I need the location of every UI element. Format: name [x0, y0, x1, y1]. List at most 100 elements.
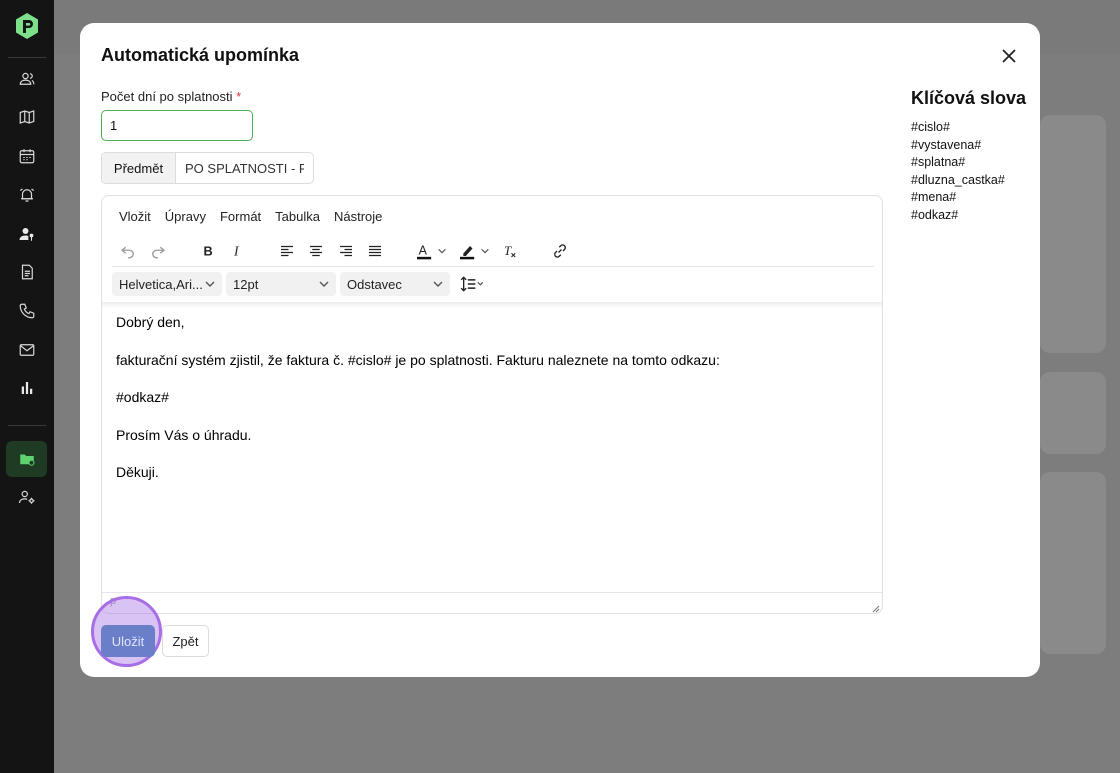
clear-formatting-button[interactable]: T: [498, 239, 522, 263]
link-icon: [554, 244, 566, 258]
mail-icon: [19, 344, 34, 356]
chevron-down-icon: [433, 281, 443, 287]
keyword-item: #splatna#: [911, 155, 966, 170]
content-paragraph: Dobrý den,: [116, 314, 185, 330]
insert-link-button[interactable]: [548, 239, 572, 263]
resize-handle-icon[interactable]: [870, 603, 880, 613]
font-size-select[interactable]: 12pt: [226, 272, 336, 296]
highlight-icon: [460, 246, 489, 260]
chart-icon: [21, 382, 32, 394]
sidebar-item-chart[interactable]: [6, 370, 47, 406]
subject-field: Předmět: [101, 152, 314, 184]
keywords-title: Klíčová slova: [911, 88, 1027, 108]
subject-input[interactable]: [176, 153, 313, 183]
sidebar-item-alarm[interactable]: [6, 177, 47, 213]
bold-button[interactable]: B: [196, 239, 220, 263]
sidebar-item-user-settings[interactable]: [6, 479, 47, 515]
menu-format[interactable]: Formát: [220, 209, 261, 224]
font-family-value: Helvetica,Ari...: [119, 276, 203, 292]
keyword-item: #odkaz#: [911, 207, 959, 222]
line-height-icon: [460, 276, 484, 292]
content-paragraph: Prosím Vás o úhradu.: [116, 426, 252, 443]
block-format-value: Odstavec: [347, 276, 402, 292]
keyword-item: #cislo#: [911, 120, 950, 134]
highlight-color-button[interactable]: [455, 239, 495, 263]
sidebar-divider: [8, 57, 46, 58]
calendar-icon: [19, 149, 34, 164]
user-settings-icon: [18, 490, 34, 504]
map-icon: [19, 110, 34, 124]
sidebar-item-document[interactable]: [6, 254, 47, 290]
chevron-down-icon: [205, 281, 215, 287]
folder-settings-icon: [19, 454, 34, 466]
redo-icon: [152, 246, 166, 259]
editor-content-area[interactable]: Dobrý den, fakturační systém zjistil, že…: [116, 314, 866, 502]
align-right-button[interactable]: [334, 239, 358, 263]
sidebar-item-mail[interactable]: [6, 332, 47, 368]
block-format-select[interactable]: Odstavec: [340, 272, 450, 296]
svg-text:B: B: [204, 244, 213, 259]
editor-toolbar-styles: Helvetica,Ari... 12pt Odstavec: [112, 269, 874, 301]
sidebar-item-users[interactable]: [6, 61, 47, 97]
modal-title: Automatická upomínka: [101, 45, 300, 65]
background-card: [1040, 115, 1106, 353]
sidebar: [0, 0, 54, 773]
content-paragraph: fakturační systém zjistil, že faktura č.…: [116, 351, 720, 368]
line-height-button[interactable]: [455, 272, 489, 296]
keyword-item: #mena#: [911, 190, 957, 205]
italic-icon: I: [233, 244, 240, 259]
italic-button[interactable]: I: [225, 239, 249, 263]
sidebar-item-calendar[interactable]: [6, 138, 47, 174]
sidebar-item-map[interactable]: [6, 99, 47, 135]
app-logo-icon[interactable]: [14, 12, 40, 40]
required-mark: *: [236, 89, 242, 104]
alarm-icon: [19, 188, 34, 202]
menu-edit[interactable]: Úpravy: [165, 209, 206, 224]
save-button[interactable]: Uložit: [101, 625, 155, 657]
user-key-icon: [19, 228, 33, 241]
keywords-list: #cislo# #vystavena# #splatna# #dluzna_ca…: [911, 119, 1005, 225]
align-justify-icon: [369, 245, 381, 257]
text-color-icon: A: [417, 243, 446, 260]
svg-text:A: A: [419, 243, 428, 257]
svg-text:I: I: [233, 244, 240, 259]
sidebar-item-user-key[interactable]: [6, 216, 47, 252]
close-icon: [1002, 49, 1016, 63]
align-center-button[interactable]: [304, 239, 328, 263]
background-card: [1040, 472, 1106, 654]
rich-text-editor: Vložit Úpravy Formát Tabulka Nástroje B …: [101, 195, 883, 614]
redo-button[interactable]: [146, 239, 170, 263]
close-button[interactable]: [998, 45, 1020, 67]
phone-icon: [19, 303, 34, 319]
clear-formatting-icon: T: [504, 244, 516, 258]
undo-icon: [120, 246, 134, 259]
back-button[interactable]: Zpět: [162, 625, 209, 657]
background-card: [1040, 372, 1106, 454]
bold-icon: B: [204, 244, 213, 259]
toolbar-shadow: [102, 302, 882, 308]
document-icon: [21, 264, 33, 280]
editor-statusbar: p: [102, 592, 882, 613]
editor-menubar: Vložit Úpravy Formát Tabulka Nástroje: [102, 196, 882, 236]
undo-button[interactable]: [116, 239, 140, 263]
chevron-down-icon: [319, 281, 329, 287]
keyword-item: #vystavena#: [911, 137, 982, 152]
sidebar-item-folder-settings[interactable]: [6, 441, 47, 477]
font-size-value: 12pt: [233, 276, 259, 292]
svg-text:T: T: [504, 244, 512, 258]
menu-table[interactable]: Tabulka: [275, 209, 320, 224]
days-after-due-input[interactable]: [101, 110, 253, 141]
align-justify-button[interactable]: [363, 239, 387, 263]
align-right-icon: [340, 245, 352, 257]
align-left-icon: [281, 245, 293, 257]
menu-insert[interactable]: Vložit: [119, 209, 151, 224]
menu-tools[interactable]: Nástroje: [334, 209, 382, 224]
subject-addon-label: Předmět: [102, 153, 176, 183]
font-family-select[interactable]: Helvetica,Ari...: [112, 272, 222, 296]
content-paragraph: #odkaz#: [116, 389, 169, 405]
editor-toolbar-formatting: B I A T: [112, 236, 874, 267]
align-left-button[interactable]: [275, 239, 299, 263]
text-color-button[interactable]: A: [412, 239, 452, 263]
sidebar-item-phone[interactable]: [6, 293, 47, 329]
sidebar-divider: [8, 425, 46, 426]
